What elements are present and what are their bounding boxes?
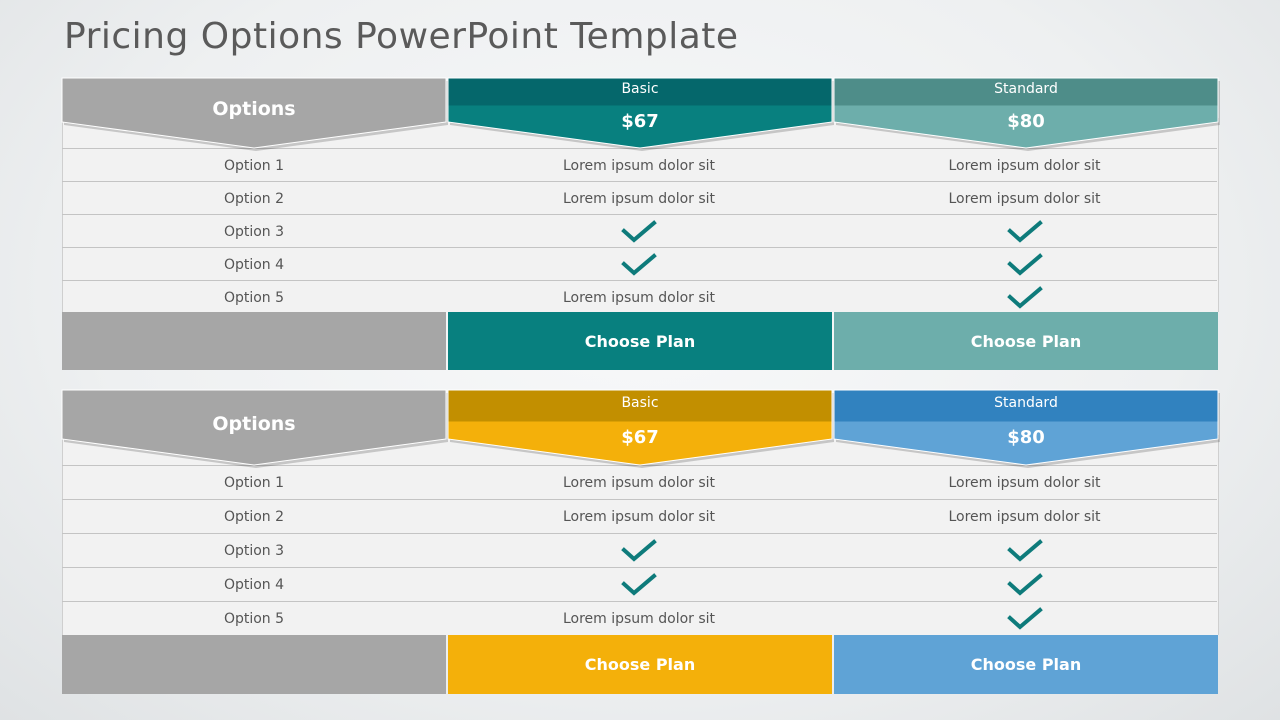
feature-check [446, 534, 832, 568]
option-label: Option 3 [223, 223, 285, 240]
feature-value: Lorem ipsum dolor sit [948, 475, 1101, 491]
option-label: Option 4 [223, 256, 285, 273]
options-header-label: Options [212, 98, 296, 120]
feature-value: Lorem ipsum dolor sit [562, 190, 716, 207]
table-row: Option 2 Lorem ipsum dolor sit Lorem ipsum… [62, 499, 1217, 534]
feature-check [446, 568, 832, 602]
option-label: Option 2 [223, 509, 285, 525]
table-row: Option 2 Lorem ipsum dolor sit Lorem ipsum… [62, 181, 1217, 215]
checkmark-icon [1006, 219, 1043, 243]
feature-value: Lorem ipsum dolor sit [562, 611, 716, 627]
plan-name: Basic [621, 395, 659, 411]
feature-value: Lorem ipsum dolor sit [562, 157, 716, 174]
feature-value: Lorem ipsum dolor sit [562, 475, 716, 491]
choose-plan-button-standard[interactable]: Choose Plan [834, 312, 1218, 370]
table-row: Option 4 [62, 247, 1217, 281]
checkmark-icon [1006, 285, 1043, 309]
option-label: Option 1 [223, 157, 285, 174]
checkmark-icon [621, 252, 657, 276]
checkmark-icon [621, 539, 657, 562]
option-label: Option 2 [223, 190, 285, 207]
plan-name: Basic [621, 81, 659, 97]
checkmark-icon [1006, 539, 1043, 562]
feature-check [832, 602, 1217, 636]
footer-blank-cell [62, 312, 446, 370]
options-header-label: Options [212, 412, 296, 435]
feature-check [832, 281, 1217, 314]
option-label: Option 4 [223, 577, 285, 593]
checkmark-icon [621, 573, 657, 596]
plan-header-standard: Standard $80 [833, 389, 1220, 468]
page-title: Pricing Options PowerPoint Template [64, 16, 739, 57]
table-row: Option 3 [62, 533, 1217, 568]
table-row: Option 5 Lorem ipsum dolor sit [62, 280, 1217, 314]
plan-name: Standard [994, 81, 1058, 97]
feature-value: Lorem ipsum dolor sit [562, 289, 716, 306]
plan-header-standard: Standard $80 [833, 77, 1220, 151]
option-label: Option 3 [223, 543, 285, 559]
checkmark-icon [1006, 607, 1043, 630]
table-row: Option 5 Lorem ipsum dolor sit [62, 601, 1217, 636]
plan-price: $80 [1007, 111, 1045, 132]
feature-check [832, 248, 1217, 281]
feature-check [832, 215, 1217, 248]
option-label: Option 5 [223, 289, 285, 306]
plan-header-basic: Basic $67 [447, 389, 834, 468]
choose-plan-button-basic[interactable]: Choose Plan [448, 635, 832, 694]
checkmark-icon [1006, 252, 1043, 276]
feature-value: Lorem ipsum dolor sit [948, 190, 1101, 207]
table-row: Option 1 Lorem ipsum dolor sit Lorem ipsum… [62, 148, 1217, 182]
feature-check [832, 534, 1217, 568]
plan-header-basic: Basic $67 [447, 77, 834, 151]
plan-name: Standard [994, 395, 1058, 411]
table-row: Option 1 Lorem ipsum dolor sit Lorem ipsum… [62, 465, 1217, 500]
feature-check [446, 215, 832, 248]
option-label: Option 1 [223, 475, 285, 491]
table-row: Option 3 [62, 214, 1217, 248]
feature-check [446, 248, 832, 281]
choose-plan-button-standard[interactable]: Choose Plan [834, 635, 1218, 694]
options-header: Options [61, 77, 448, 151]
footer-blank-cell [62, 635, 446, 694]
plan-price: $67 [621, 427, 659, 448]
feature-value: Lorem ipsum dolor sit [948, 157, 1101, 174]
checkmark-icon [1006, 573, 1043, 596]
options-header: Options [61, 389, 448, 468]
feature-check [832, 568, 1217, 602]
choose-plan-button-basic[interactable]: Choose Plan [448, 312, 832, 370]
feature-value: Lorem ipsum dolor sit [562, 509, 716, 525]
checkmark-icon [621, 219, 657, 243]
table-row: Option 4 [62, 567, 1217, 602]
feature-value: Lorem ipsum dolor sit [948, 509, 1101, 525]
option-label: Option 5 [223, 611, 285, 627]
plan-price: $67 [621, 111, 659, 132]
plan-price: $80 [1007, 427, 1045, 448]
